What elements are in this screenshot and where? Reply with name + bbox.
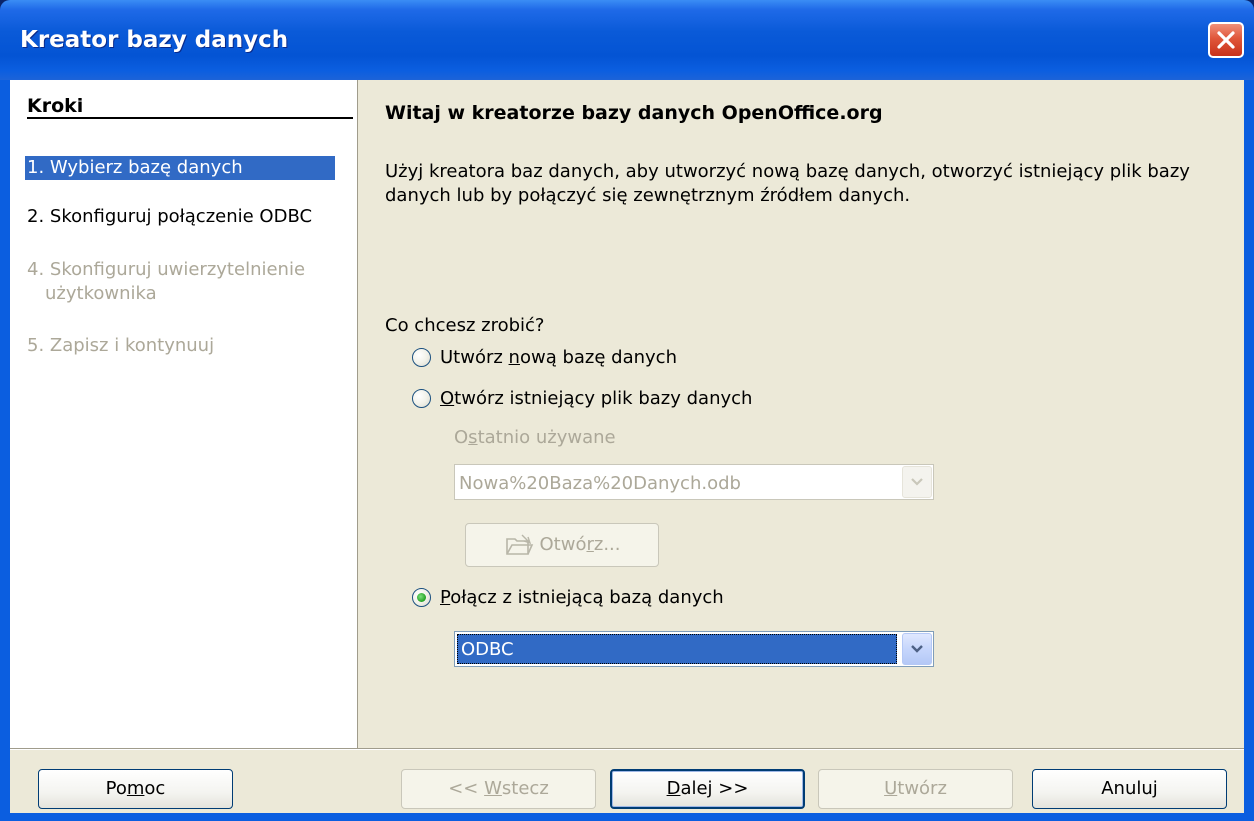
close-icon [1217, 31, 1235, 49]
page-description: Użyj kreatora baz danych, aby utworzyć n… [385, 161, 1190, 206]
recent-files-dropdown: Nowa%20Baza%20Danych.odb [454, 464, 934, 500]
content-panel: Witaj w kreatorze bazy danych OpenOffice… [358, 80, 1244, 748]
chevron-down-icon [911, 478, 923, 486]
radio-open-existing[interactable] [412, 389, 431, 408]
option-label: Utwórz nową bazę danych [440, 347, 677, 368]
selected-highlight [457, 634, 897, 664]
window-frame-right [1244, 80, 1254, 821]
step-configure-authentication-cont: użytkownika [45, 283, 157, 304]
steps-heading: Kroki [27, 95, 84, 117]
back-button: << Wstecz [401, 769, 596, 809]
step-select-database[interactable]: 1. Wybierz bazę danych [25, 156, 335, 180]
dropdown-button[interactable] [902, 633, 932, 665]
dialog-client-area: Kroki 1. Wybierz bazę danych 2. Skonfigu… [10, 80, 1244, 813]
chevron-down-icon [911, 645, 923, 653]
window-title: Kreator bazy danych [20, 27, 289, 53]
step-save-continue: 5. Zapisz i kontynuuj [27, 335, 215, 356]
dialog-window: Kreator bazy danych Kroki 1. Wybierz baz… [0, 0, 1254, 821]
option-label: Połącz z istniejącą bazą danych [440, 587, 724, 608]
radio-create-new[interactable] [412, 348, 431, 367]
step-configure-odbc[interactable]: 2. Skonfiguruj połączenie ODBC [27, 205, 312, 229]
steps-divider [27, 117, 353, 119]
option-label: Otwórz istniejący plik bazy danych [440, 388, 753, 409]
database-type-dropdown[interactable]: ODBC [454, 631, 934, 667]
dropdown-button [902, 466, 932, 498]
recent-file-value: Nowa%20Baza%20Danych.odb [459, 473, 741, 494]
close-button[interactable] [1208, 22, 1244, 58]
window-frame-bottom [0, 813, 1254, 821]
title-bar[interactable]: Kreator bazy danych [0, 0, 1254, 80]
button-bar-divider-highlight [10, 749, 1244, 750]
question-label: Co chcesz zrobić? [385, 315, 545, 336]
radio-connect-existing[interactable] [412, 588, 431, 607]
database-type-value: ODBC [461, 639, 514, 660]
next-button[interactable]: Dalej >> [610, 769, 805, 809]
recent-files-label: Ostatnio używane [454, 427, 616, 448]
cancel-button[interactable]: Anuluj [1032, 769, 1227, 809]
open-file-button: Otwórz... [465, 523, 659, 567]
step-configure-authentication: 4. Skonfiguruj uwierzytelnienie [27, 259, 306, 280]
help-button[interactable]: Pomoc [38, 769, 233, 809]
page-title: Witaj w kreatorze bazy danych OpenOffice… [385, 102, 883, 124]
window-frame-left [0, 80, 10, 821]
create-button: Utwórz [818, 769, 1013, 809]
steps-panel: Kroki 1. Wybierz bazę danych 2. Skonfigu… [10, 80, 358, 748]
open-folder-icon [505, 534, 533, 555]
